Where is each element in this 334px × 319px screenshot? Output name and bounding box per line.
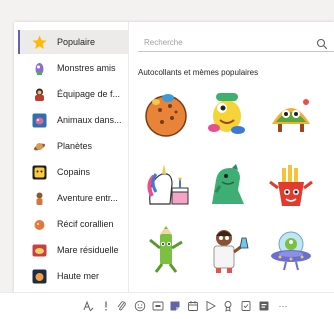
tidepool-icon xyxy=(32,243,47,258)
buddy-icon xyxy=(32,165,47,180)
emoji-icon[interactable] xyxy=(134,300,146,312)
sidebar-item-animaux[interactable]: Animaux dans... xyxy=(20,108,128,132)
animal-icon xyxy=(32,113,47,128)
ufo-alien-sticker[interactable] xyxy=(266,224,316,274)
yellow-monster-sticker[interactable] xyxy=(202,88,252,138)
crew-icon xyxy=(32,87,47,102)
section-title: Autocollants et mèmes populaires xyxy=(138,68,259,77)
sidebar-item-label: Animaux dans... xyxy=(57,115,122,125)
melon-ball-sticker[interactable] xyxy=(142,88,192,138)
sidebar-item-label: Monstres amis xyxy=(57,63,116,73)
sidebar-item-haute-mer[interactable]: Haute mer xyxy=(20,264,128,288)
more-icon[interactable]: ··· xyxy=(276,300,290,312)
green-dinosaur-sticker[interactable] xyxy=(202,160,252,210)
sidebar-item-equipage[interactable]: Équipage de f... xyxy=(20,82,128,106)
sidebar-item-monstres-amis[interactable]: Monstres amis xyxy=(20,56,128,80)
sidebar-item-aventure[interactable]: Aventure entr... xyxy=(20,186,128,210)
planet-icon xyxy=(32,139,47,154)
category-sidebar: Populaire Monstres amis Équipage de f...… xyxy=(14,26,128,292)
sidebar-item-copains[interactable]: Copains xyxy=(20,160,128,184)
praise-icon[interactable] xyxy=(222,300,234,312)
sidebar-item-label: Équipage de f... xyxy=(57,89,121,99)
crayon-sticker[interactable] xyxy=(142,224,192,274)
sidebar-item-label: Copains xyxy=(57,167,91,177)
search-icon[interactable] xyxy=(316,37,328,49)
compose-toolbar: ··· xyxy=(0,292,334,319)
approvals-icon[interactable] xyxy=(240,300,252,312)
attach-icon[interactable] xyxy=(116,300,128,312)
important-icon[interactable] xyxy=(100,300,112,312)
gif-icon[interactable] xyxy=(152,300,164,312)
sidebar-item-label: Populaire xyxy=(57,37,96,47)
schedule-meeting-icon[interactable] xyxy=(187,300,199,312)
sidebar-item-mare[interactable]: Mare résiduelle xyxy=(20,238,128,262)
sidebar-item-planetes[interactable]: Planètes xyxy=(20,134,128,158)
search-field[interactable]: Recherche xyxy=(138,34,334,52)
stream-icon[interactable] xyxy=(205,300,217,312)
adventure-icon xyxy=(32,191,47,206)
search-input[interactable]: Recherche xyxy=(144,38,316,47)
sidebar-divider xyxy=(128,22,129,292)
deep-sea-icon xyxy=(32,269,47,284)
sticker-picker-panel: Populaire Monstres amis Équipage de f...… xyxy=(14,22,334,292)
unicorn-cake-sticker[interactable] xyxy=(142,160,192,210)
monster-icon xyxy=(32,61,47,76)
star-icon xyxy=(32,35,47,50)
sidebar-item-label: Mare résiduelle xyxy=(57,245,119,255)
sidebar-item-populaire[interactable]: Populaire xyxy=(18,30,128,54)
format-icon[interactable] xyxy=(82,300,94,312)
forms-icon[interactable] xyxy=(258,300,270,312)
sidebar-item-label: Récif corallien xyxy=(57,219,114,229)
taco-monster-sticker[interactable] xyxy=(266,88,316,138)
sidebar-item-label: Haute mer xyxy=(57,271,100,281)
fries-monster-sticker[interactable] xyxy=(266,160,316,210)
coral-icon xyxy=(32,217,47,232)
sticker-icon[interactable] xyxy=(169,300,181,312)
sidebar-item-label: Aventure entr... xyxy=(57,193,118,203)
sidebar-item-recif[interactable]: Récif corallien xyxy=(20,212,128,236)
scientist-sticker[interactable] xyxy=(202,224,252,274)
sidebar-item-label: Planètes xyxy=(57,141,93,151)
